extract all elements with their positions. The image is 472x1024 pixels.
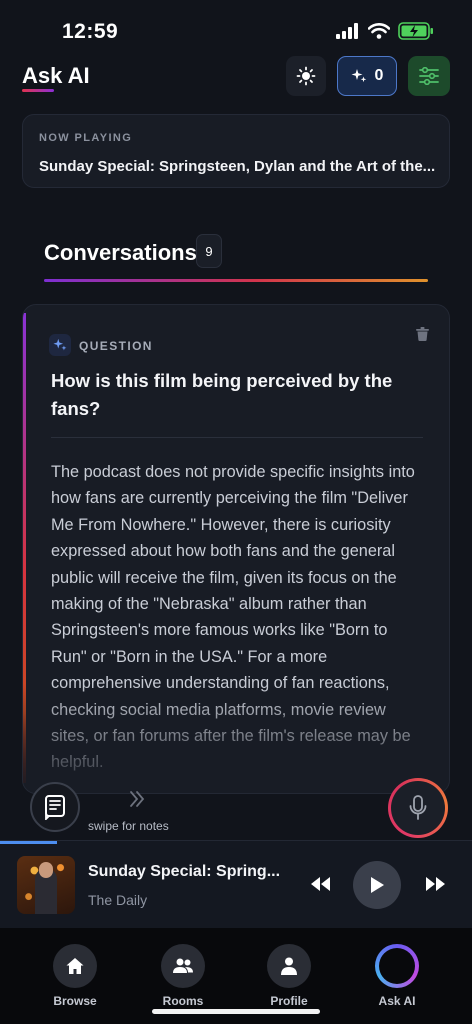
question-label: QUESTION <box>79 339 153 353</box>
question-text: How is this film being perceived by the … <box>51 370 393 419</box>
notes-button[interactable] <box>30 782 80 832</box>
mini-player[interactable]: Sunday Special: Spring... The Daily <box>0 840 472 928</box>
credits-count: 0 <box>374 67 384 84</box>
tab-profile[interactable]: Profile <box>254 944 324 1008</box>
now-playing-title: Sunday Special: Springsteen, Dylan and t… <box>39 158 436 175</box>
voice-input-button[interactable] <box>388 778 448 838</box>
sparkle-icon <box>53 338 67 351</box>
card-divider <box>51 437 423 438</box>
tab-rooms[interactable]: Rooms <box>148 944 218 1008</box>
question-badge <box>49 334 71 356</box>
play-button[interactable] <box>353 861 401 909</box>
conversations-header: Conversations 9 <box>44 232 428 284</box>
conversations-title: Conversations <box>44 240 197 265</box>
tab-browse[interactable]: Browse <box>40 944 110 1008</box>
tab-browse-label: Browse <box>53 994 97 1008</box>
tab-profile-icon-wrap <box>267 944 311 988</box>
ai-credits-button[interactable]: 0 <box>337 56 397 96</box>
home-indicator <box>152 1009 320 1014</box>
player-title: Sunday Special: Spring... <box>88 863 281 880</box>
page-title: Ask AI <box>22 63 90 88</box>
player-show: The Daily <box>88 892 148 908</box>
sun-icon <box>296 66 316 86</box>
app-header: Ask AI 0 <box>0 56 472 108</box>
home-icon <box>66 958 84 974</box>
now-playing-card[interactable]: NOW PLAYING Sunday Special: Springsteen,… <box>22 114 450 188</box>
swipe-hint: swipe for notes <box>88 819 169 833</box>
conversations-count-badge: 9 <box>196 234 222 268</box>
tab-rooms-label: Rooms <box>162 994 204 1008</box>
ai-ring-icon <box>375 944 419 988</box>
tab-ask-ai[interactable]: Ask AI <box>362 944 432 1008</box>
trash-icon <box>416 327 429 341</box>
title-underline <box>22 89 54 92</box>
artwork-head <box>39 862 53 878</box>
sliders-icon <box>419 67 439 85</box>
people-icon <box>173 958 193 973</box>
play-icon <box>371 877 384 893</box>
delete-button[interactable] <box>416 327 429 346</box>
ai-ring-inner <box>379 948 415 984</box>
conversation-card[interactable]: QUESTION How is this film being perceive… <box>22 304 450 794</box>
filter-settings-button[interactable] <box>408 56 450 96</box>
status-time: 12:59 <box>62 20 119 43</box>
tab-browse-icon-wrap <box>53 944 97 988</box>
playback-progress-bar[interactable] <box>0 841 57 844</box>
now-playing-label: NOW PLAYING <box>39 132 133 144</box>
status-icons <box>336 22 434 40</box>
cellular-signal-icon <box>336 23 358 39</box>
card-fade-overlay <box>23 683 449 793</box>
theme-toggle-button[interactable] <box>286 56 326 96</box>
tab-profile-label: Profile <box>270 994 308 1008</box>
battery-charging-icon <box>398 22 433 40</box>
fast-forward-icon[interactable] <box>424 875 448 893</box>
episode-artwork <box>17 856 75 914</box>
rewind-icon[interactable] <box>308 875 332 893</box>
double-chevron-right-icon <box>130 791 145 807</box>
tab-ask-ai-label: Ask AI <box>378 994 416 1008</box>
microphone-icon <box>409 795 427 820</box>
tab-rooms-icon-wrap <box>161 944 205 988</box>
sparkle-icon <box>351 69 366 83</box>
status-bar: 12:59 <box>0 0 472 56</box>
person-icon <box>281 957 297 975</box>
conversations-underline <box>44 279 428 282</box>
mic-button-inner <box>391 781 445 835</box>
wifi-icon <box>368 23 390 39</box>
notes-icon <box>45 795 65 820</box>
